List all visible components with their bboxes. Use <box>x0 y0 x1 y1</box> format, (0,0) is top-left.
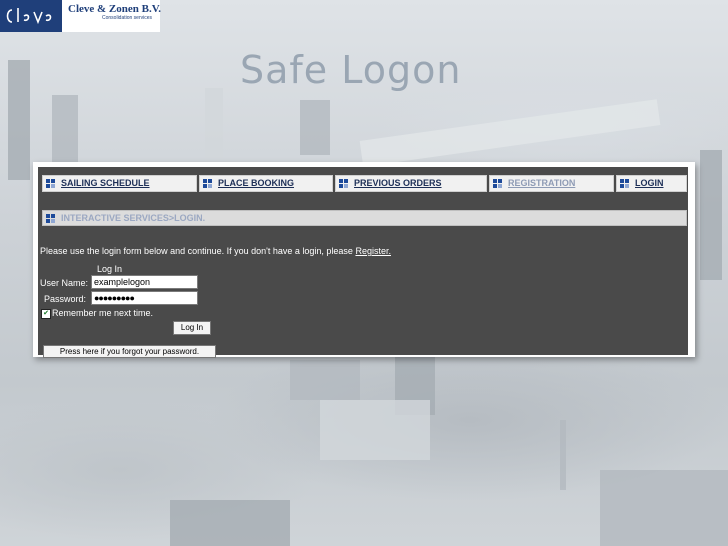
building-shape <box>8 60 30 180</box>
breadcrumb-label: INTERACTIVE SERVICES>LOGIN. <box>61 213 206 223</box>
grid-icon <box>339 179 349 189</box>
password-input[interactable]: ●●●●●●●●● <box>91 291 198 305</box>
nav-place-booking[interactable]: PLACE BOOKING <box>199 175 333 192</box>
password-label: Password: <box>44 294 87 304</box>
grid-icon <box>620 179 630 189</box>
register-link[interactable]: Register. <box>355 246 391 256</box>
screenshot-panel: SAILING SCHEDULE PLACE BOOKING PREVIOUS … <box>33 162 695 358</box>
nav-previous-orders[interactable]: PREVIOUS ORDERS <box>335 175 487 192</box>
intro-message: Please use the login form below and cont… <box>40 246 353 256</box>
username-input[interactable]: examplelogon <box>91 275 198 289</box>
building-shape <box>170 500 290 546</box>
forgot-password-button[interactable]: Press here if you forgot your password. <box>43 345 216 358</box>
username-label: User Name: <box>40 278 89 288</box>
nav-label: PREVIOUS ORDERS <box>354 178 442 188</box>
company-name: Cleve & Zonen B.V. <box>68 3 161 15</box>
company-tagline: Consolidation services <box>102 15 153 21</box>
building-shape <box>320 400 430 460</box>
intro-text: Please use the login form below and cont… <box>40 246 391 256</box>
logo-script-icon <box>6 8 52 25</box>
nav-label: PLACE BOOKING <box>218 178 295 188</box>
breadcrumb: INTERACTIVE SERVICES>LOGIN. <box>42 210 687 226</box>
building-shape <box>52 95 78 165</box>
company-logo: Cleve & Zonen B.V. Consolidation service… <box>0 0 161 32</box>
crane-shape <box>560 420 566 490</box>
logo-mark <box>0 0 62 32</box>
river-shape <box>359 99 661 167</box>
grid-icon <box>46 179 56 189</box>
building-shape <box>300 100 330 155</box>
grid-icon <box>46 214 56 224</box>
building-shape <box>205 88 223 158</box>
building-shape <box>600 470 728 546</box>
nav-sailing-schedule[interactable]: SAILING SCHEDULE <box>42 175 197 192</box>
nav-login[interactable]: LOGIN <box>616 175 687 192</box>
nav-label: LOGIN <box>635 178 664 188</box>
grid-icon <box>493 179 503 189</box>
nav-label: SAILING SCHEDULE <box>61 178 150 188</box>
login-page: SAILING SCHEDULE PLACE BOOKING PREVIOUS … <box>38 167 688 358</box>
login-form-title: Log In <box>97 264 123 274</box>
nav-label: REGISTRATION <box>508 178 576 188</box>
remember-me-checkbox[interactable]: ✔ <box>41 309 51 319</box>
remember-me-label: Remember me next time. <box>52 308 154 318</box>
grid-icon <box>203 179 213 189</box>
building-shape <box>700 150 722 280</box>
login-button[interactable]: Log In <box>173 321 211 335</box>
building-shape <box>290 360 360 400</box>
page-title: Safe Logon <box>240 48 462 92</box>
nav-registration[interactable]: REGISTRATION <box>489 175 614 192</box>
